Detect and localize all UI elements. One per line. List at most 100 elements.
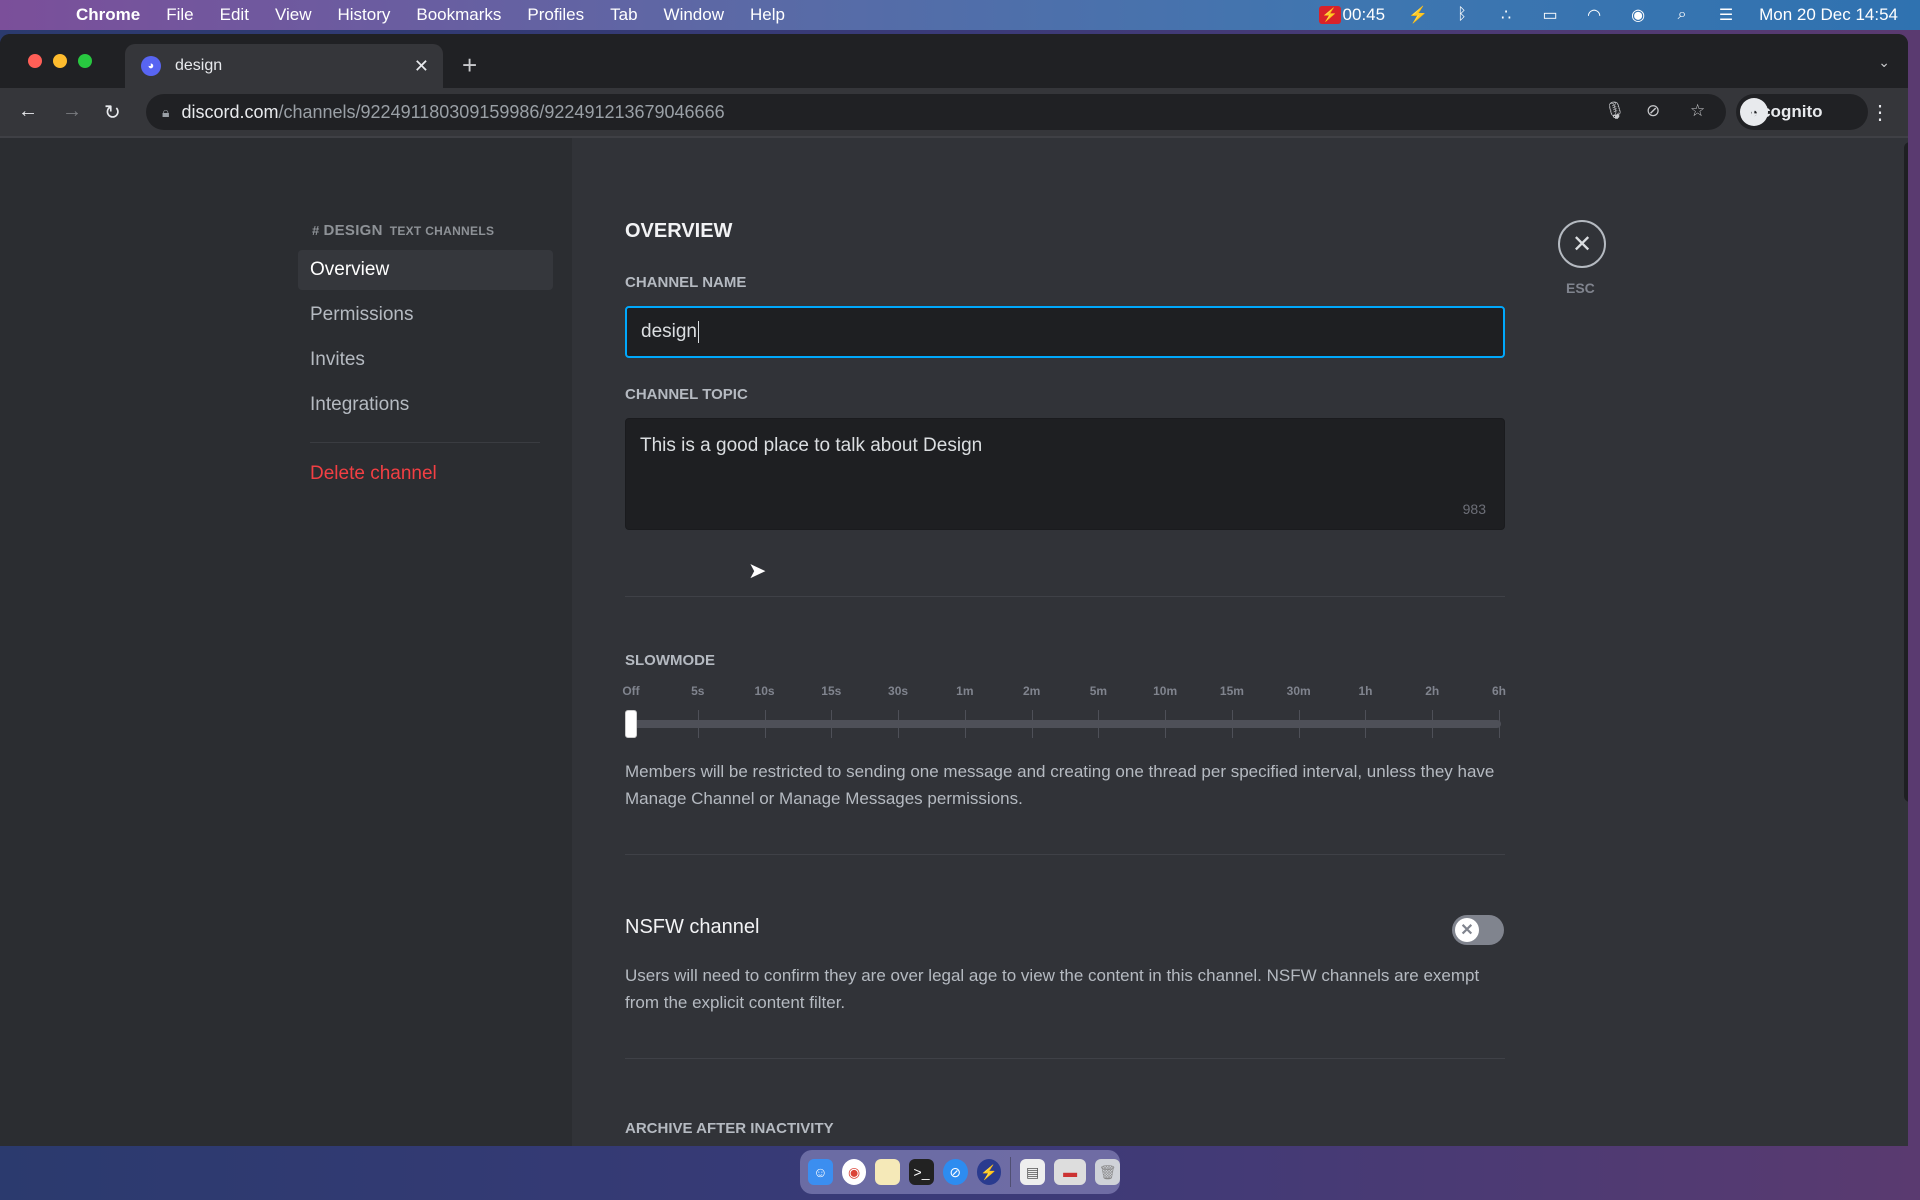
new-tab-button[interactable]: + [462,50,477,81]
slowmode-option-label[interactable]: 2m [1023,684,1040,698]
finder-icon[interactable]: ☺ [808,1159,833,1185]
recent-window-icon[interactable]: ▬ [1053,1159,1087,1185]
sidebar-item-label: Integrations [310,394,410,415]
menu-profiles[interactable]: Profiles [527,5,584,25]
user-account-icon[interactable]: ◉ [1627,5,1649,25]
lock-icon[interactable]: 🔒︎ [162,104,169,121]
microphone-icon[interactable]: 🎙︎ [1604,101,1626,121]
menu-app-name[interactable]: Chrome [76,5,140,25]
page-scrollbar[interactable] [1904,142,1908,802]
nsfw-toggle[interactable]: ✕ [1452,915,1504,945]
macos-menubar: Chrome File Edit View History Bookmarks … [0,0,1920,30]
slowmode-label: SLOWMODE [625,652,715,669]
archive-utility-icon[interactable]: ▤ [1020,1159,1045,1185]
slowmode-slider[interactable]: Off 5s 10s 15s 30s 1m 2m 5m 10m 15m 30m 1h 2h 6h [622,684,1506,744]
slowmode-option-label[interactable]: 10s [755,684,775,698]
slider-tick [1298,710,1300,738]
tab-search-chevron-icon[interactable]: ⌄ [1878,54,1890,71]
slowmode-option-label[interactable]: 1h [1358,684,1372,698]
macos-dock: ☺ ◉ >_ ⊘ ⚡ ▤ ▬ 🗑︎ [800,1150,1121,1194]
page-title: OVERVIEW [625,220,733,242]
sidebar-item-permissions[interactable]: Permissions [298,295,553,335]
chrome-icon[interactable]: ◉ [841,1159,867,1185]
slowmode-option-label[interactable]: 1m [956,684,973,698]
delete-channel-label: Delete channel [310,463,437,484]
bluetooth-off-icon[interactable]: ᛒ [1451,5,1473,25]
slowmode-option-label[interactable]: Off [622,684,639,698]
menu-tab[interactable]: Tab [610,5,637,25]
chrome-menu-icon[interactable]: ⋮ [1870,100,1890,125]
tracking-protection-eye-slash-icon[interactable]: ⊘ [1646,101,1660,121]
channel-topic-textarea[interactable]: This is a good place to talk about Desig… [625,418,1505,530]
bolt-app-icon[interactable]: ⚡ [1407,5,1429,25]
bookmark-star-icon[interactable]: ☆ [1690,101,1705,121]
address-bar[interactable]: 🔒︎ discord.com/channels/9224911803091599… [146,94,1726,130]
incognito-profile-button[interactable]: ◓ Incognito [1736,94,1868,130]
hash-icon: # [312,223,320,238]
channel-name-input[interactable]: design [625,306,1505,358]
slowmode-option-label[interactable]: 30s [888,684,908,698]
control-center-icon[interactable]: ☰ [1715,5,1737,25]
menu-history[interactable]: History [337,5,390,25]
menu-file[interactable]: File [166,5,193,25]
close-window-button[interactable] [28,54,42,68]
slowmode-description: Members will be restricted to sending on… [625,762,1495,808]
slowmode-option-label[interactable]: 2h [1425,684,1439,698]
slider-thumb[interactable] [625,710,637,738]
clock[interactable]: Mon 20 Dec 14:54 [1759,5,1898,25]
sidebar-header: # DESIGN TEXT CHANNELS [312,222,494,239]
lightning-app-icon[interactable]: ⚡ [976,1159,1002,1185]
text-caret [698,321,699,343]
section-divider [625,596,1505,597]
screen-recording-indicator[interactable]: ⚡ 00:45 [1318,5,1385,25]
terminal-icon[interactable]: >_ [909,1159,934,1185]
channel-category: TEXT CHANNELS [389,224,495,238]
nsfw-description: Users will need to confirm they are over… [625,966,1480,1012]
wifi-icon[interactable]: ◠ [1583,5,1605,25]
menu-help[interactable]: Help [750,5,785,25]
slider-tick [1499,710,1500,738]
minimize-window-button[interactable] [53,54,67,68]
slowmode-option-label[interactable]: 30m [1287,684,1311,698]
slowmode-option-label[interactable]: 10m [1153,684,1177,698]
section-divider [625,854,1505,855]
menu-view[interactable]: View [275,5,312,25]
close-tab-icon[interactable]: ✕ [414,56,429,77]
slowmode-option-label[interactable]: 15s [821,684,841,698]
sidebar-item-integrations[interactable]: Integrations [298,385,553,425]
slider-tick [964,710,966,738]
url-text[interactable]: discord.com/channels/922491180309159986/… [181,102,724,123]
slider-tick [898,710,900,738]
slider-tick [1432,710,1434,738]
url-path: /channels/922491180309159986/92249121367… [278,101,725,122]
slider-tick [1098,710,1100,738]
menu-edit[interactable]: Edit [220,5,249,25]
dock-separator [1010,1157,1012,1187]
nsfw-title: NSFW channel [625,916,760,938]
menu-bookmarks[interactable]: Bookmarks [416,5,501,25]
sidebar-item-invites[interactable]: Invites [298,340,553,380]
slowmode-option-label[interactable]: 15m [1220,684,1244,698]
sidebar-item-overview[interactable]: Overview [298,250,553,290]
menu-window[interactable]: Window [664,5,724,25]
maximize-window-button[interactable] [78,54,92,68]
delete-channel-button[interactable]: Delete channel [298,454,553,494]
slider-tick [1231,710,1233,738]
safari-icon[interactable]: ⊘ [942,1159,968,1185]
slowmode-option-label[interactable]: 5s [691,684,704,698]
forward-arrow-icon[interactable]: → [62,100,82,123]
slider-track[interactable] [631,720,1501,728]
trash-icon[interactable]: 🗑︎ [1095,1159,1121,1185]
close-icon: ✕ [1571,230,1593,258]
slowmode-option-label[interactable]: 6h [1492,684,1506,698]
back-arrow-icon[interactable]: ← [18,100,38,123]
reload-icon[interactable]: ↻ [104,100,121,125]
discord-favicon-icon: ◕ [141,56,161,76]
battery-charging-icon[interactable]: ▭ [1539,5,1561,25]
close-settings-button[interactable]: ✕ [1558,220,1606,268]
notes-icon[interactable] [875,1159,901,1185]
browser-tab[interactable]: ◕ design ✕ [125,44,443,88]
dots-icon[interactable]: ∴ [1495,5,1517,25]
slowmode-option-label[interactable]: 5m [1090,684,1107,698]
spotlight-search-icon[interactable]: ⌕ [1671,5,1693,25]
